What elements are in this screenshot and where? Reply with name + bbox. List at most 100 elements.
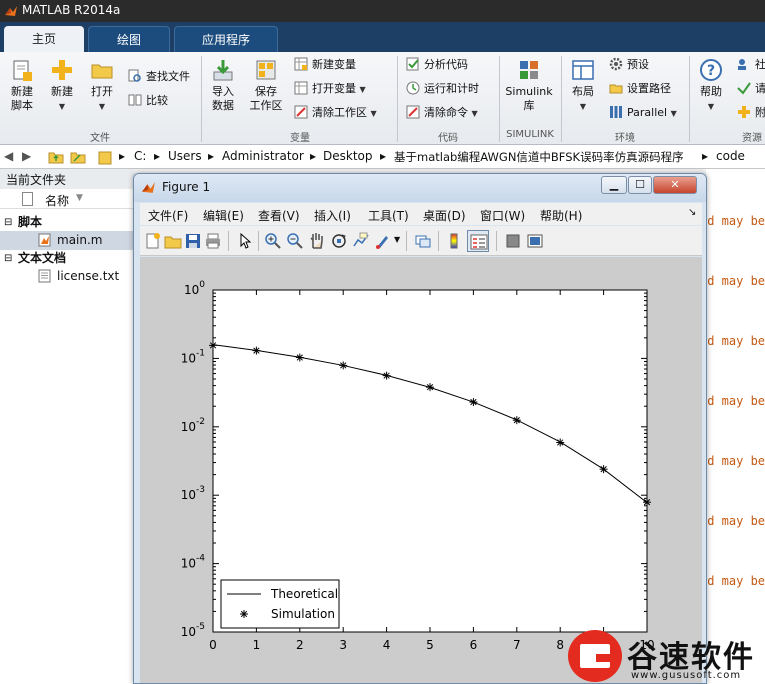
menu-edit[interactable]: 编辑(E) [203,207,244,224]
breadcrumb-c[interactable]: C: [134,149,146,163]
new-script-button[interactable]: 新建 脚本 [6,58,38,113]
breadcrumb-project[interactable]: 基于matlab编程AWGN信道中BFSK误码率仿真源码程序 [394,149,684,165]
ber-plot[interactable]: 01234567891010010-110-210-310-410-5Theor… [140,257,702,684]
editor-line: nd may be [700,514,765,528]
up-folder-icon[interactable] [48,149,64,165]
add-ons-button[interactable]: 附 [737,104,765,122]
simulink-library-button[interactable]: Simulink 库 [503,58,555,113]
figure-canvas[interactable]: 01234567891010010-110-210-310-410-5Theor… [140,257,702,684]
menu-tools[interactable]: 工具(T) [368,207,409,224]
compare-button[interactable]: 比较 [128,92,168,110]
data-cursor-icon[interactable] [352,232,370,250]
open-variable-label: 打开变量 [312,82,356,95]
add-ons-label: 附 [755,106,765,119]
tab-home[interactable]: 主页 [4,26,84,52]
tree-group-text-docs[interactable]: ⊟ 文本文档 [0,249,135,268]
browse-folder-icon[interactable] [70,149,86,165]
menu-insert[interactable]: 插入(I) [314,207,351,224]
tree-group-scripts[interactable]: ⊟ 脚本 [0,213,135,232]
toolbar-divider [438,231,439,251]
collapse-icon[interactable]: ⊟ [4,213,12,232]
menu-desktop[interactable]: 桌面(D) [423,207,466,224]
chevron-down-icon: ▼ [471,109,478,118]
parallel-button[interactable]: Parallel ▼ [609,104,677,122]
chevron-down-icon[interactable]: ▼ [394,235,400,244]
help-button[interactable]: ? 帮助 ▼ [694,58,728,114]
link-plot-icon[interactable] [414,232,432,250]
help-label: 帮助 [700,85,722,98]
show-plot-tools-icon[interactable] [526,232,544,250]
group-label-file: 文件 [90,133,110,144]
editor-line: nd may be [700,214,765,228]
minimize-button[interactable]: ▁ [601,176,627,194]
pointer-icon[interactable] [236,232,254,250]
layout-button[interactable]: 布局 ▼ [566,58,600,114]
collapse-icon[interactable]: ⊟ [4,249,12,268]
colorbar-icon[interactable] [445,232,463,250]
zoom-in-icon[interactable] [264,232,282,250]
ribbon-divider [397,56,398,142]
forward-arrow-icon[interactable]: ▶ [22,149,31,163]
menu-window[interactable]: 窗口(W) [480,207,525,224]
menu-help[interactable]: 帮助(H) [540,207,582,224]
breadcrumb-administrator[interactable]: Administrator [222,149,304,163]
tab-apps[interactable]: 应用程序 [174,26,278,52]
pan-hand-icon[interactable] [308,232,326,250]
zoom-out-icon[interactable] [286,232,304,250]
menu-file[interactable]: 文件(F) [148,207,188,224]
hide-plot-tools-icon[interactable] [504,232,522,250]
brush-icon[interactable] [374,232,392,250]
add-ons-icon [738,106,750,118]
breadcrumb-code[interactable]: code [716,149,745,163]
simulation-point [382,371,391,380]
folder-open-icon [91,64,113,79]
legend-toggle-button[interactable] [467,230,489,252]
toolbar-divider [258,231,259,251]
sort-down-icon[interactable]: ▼ [76,193,83,203]
analyze-code-button[interactable]: 分析代码 [406,56,468,74]
new-label: 新建 [51,85,73,98]
new-figure-icon[interactable] [144,232,162,250]
open-file-icon[interactable] [164,232,182,250]
analyze-code-label: 分析代码 [424,58,468,71]
legend-label-simulation: Simulation [271,607,335,621]
new-variable-button[interactable]: 新建变量 [294,56,356,74]
chevron-down-icon: ▼ [98,102,106,111]
editor-panel[interactable]: nd may be nd may be nd may be nd may be … [700,169,765,684]
find-files-button[interactable]: 查找文件 [128,68,190,86]
layout-icon [572,60,594,80]
file-item-license-txt[interactable]: license.txt [0,267,135,286]
save-icon[interactable] [184,232,202,250]
run-and-time-button[interactable]: 运行和计时 [406,80,479,98]
save-workspace-button[interactable]: 保存 工作区 [246,58,286,113]
clear-workspace-button[interactable]: 清除工作区 ▼ [294,104,377,122]
file-item-main-m[interactable]: main.m [0,231,135,250]
open-label: 打开 [91,85,113,98]
clear-commands-button[interactable]: 清除命令 ▼ [406,104,478,122]
import-data-button[interactable]: 导入 数据 [207,58,239,113]
x-tick-label: 7 [513,638,521,652]
menu-dock-arrow-icon[interactable]: ↘ [688,207,696,218]
figure-title-bar[interactable]: Figure 1 ▁ ☐ ✕ [134,174,706,202]
y-tick-label: 10-1 [181,348,205,365]
preferences-button[interactable]: 预设 [609,56,649,74]
open-variable-button[interactable]: 打开变量 ▼ [294,80,366,98]
breadcrumb-users[interactable]: Users [168,149,202,163]
community-button[interactable]: 社 [737,56,765,74]
request-support-button[interactable]: 请 [737,80,765,98]
menu-view[interactable]: 查看(V) [258,207,300,224]
breadcrumb-desktop[interactable]: Desktop [323,149,373,163]
tab-plots[interactable]: 绘图 [88,26,170,52]
column-header-name[interactable]: 名称 ▼ [0,189,135,209]
set-path-button[interactable]: 设置路径 [609,80,671,98]
open-button[interactable]: 打开 ▼ [86,58,118,114]
back-arrow-icon[interactable]: ◀ [4,149,13,163]
print-icon[interactable] [204,232,222,250]
close-button[interactable]: ✕ [653,176,697,194]
new-button[interactable]: 新建 ▼ [46,58,78,114]
chevron-down-icon: ▼ [58,102,66,111]
chevron-down-icon: ▼ [670,109,677,118]
rotate-3d-icon[interactable] [330,232,348,250]
maximize-button[interactable]: ☐ [628,176,652,194]
figure-window[interactable]: Figure 1 ▁ ☐ ✕ 文件(F) 编辑(E) 查看(V) 插入(I) 工… [133,173,707,684]
